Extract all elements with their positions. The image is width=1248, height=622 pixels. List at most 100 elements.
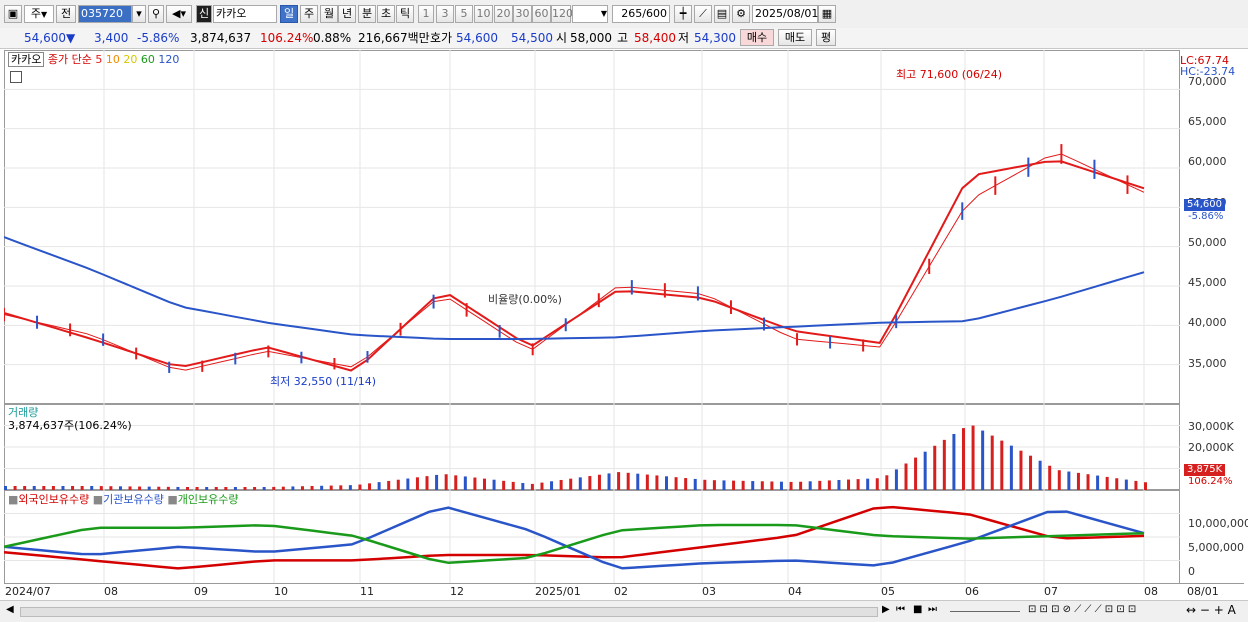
gear-icon[interactable]: ⚙ (732, 5, 750, 23)
code-input[interactable]: 035720 (78, 5, 132, 23)
volume-bar (387, 480, 391, 490)
volume-percent: 106.24% (260, 31, 314, 45)
volume-bar (406, 478, 410, 490)
layout-icon[interactable]: ▣ (4, 5, 22, 23)
volume-bar (847, 479, 851, 490)
volume-bar (435, 474, 439, 490)
horizontal-scrollbar[interactable] (20, 607, 878, 617)
volume-bar (770, 481, 774, 490)
scroll-left-icon[interactable]: ◀ (6, 604, 14, 615)
volume-bar (597, 474, 601, 490)
stock-name-tag[interactable]: 카카오 (8, 52, 45, 67)
draw-line-icon[interactable]: ⟋ (694, 5, 712, 23)
period-120[interactable]: 120 (551, 5, 573, 23)
period-60[interactable]: 60 (532, 5, 551, 23)
period-select[interactable]: ▼ (572, 5, 608, 23)
volume-bar (693, 478, 697, 490)
ma60-legend: 60 (140, 53, 155, 66)
eval-button[interactable]: 평 (816, 29, 836, 46)
price-chart[interactable] (4, 50, 1180, 404)
y-tick: 65,000 (1188, 115, 1227, 128)
foreign-legend: 외국인보유수량 (18, 493, 90, 506)
volume-bar (415, 477, 419, 490)
holding-y-axis: 10,000,000 5,000,000 0 (1180, 490, 1248, 584)
volume-bar (789, 481, 793, 490)
search-icon[interactable]: ⚲ (148, 5, 164, 23)
tab-second[interactable]: 초 (377, 5, 395, 23)
stop-icon[interactable]: ■ (913, 604, 922, 615)
y-tick: 45,000 (1188, 276, 1227, 289)
y-tick: 35,000 (1188, 357, 1227, 370)
last-icon[interactable]: ⏭ (928, 604, 937, 615)
prev-button[interactable]: 전 (56, 5, 76, 23)
period-1[interactable]: 1 (418, 5, 434, 23)
tab-minute[interactable]: 분 (358, 5, 376, 23)
volume-bar (550, 481, 554, 490)
tab-day[interactable]: 일 (280, 5, 298, 23)
speaker-icon[interactable]: ◀▾ (166, 5, 192, 23)
institution-legend: 기관보유수량 (103, 493, 164, 506)
tab-year[interactable]: 년 (338, 5, 356, 23)
period-20[interactable]: 20 (494, 5, 513, 23)
volume-bar (1000, 440, 1004, 490)
last-volume-tag: 3,875K (1184, 464, 1226, 476)
x-tick: 2024/07 (5, 585, 51, 598)
x-axis: 2024/07 08 09 10 11 12 2025/01 02 03 04 … (4, 583, 1244, 600)
volume-bar (396, 479, 400, 490)
tool-icon[interactable]: ⊡ ⊡ ⊡ ⊘ ⟋ ⟋ ⟋ ⊡ ⊡ ⊡ (1028, 604, 1136, 615)
volume-bar (933, 445, 937, 490)
code-dropdown-icon[interactable]: ▾ (132, 5, 146, 23)
volume-bar (875, 478, 879, 490)
tab-tick[interactable]: 틱 (396, 5, 414, 23)
volume-bar (866, 478, 870, 490)
date-field[interactable]: 2025/08/01 (752, 5, 818, 23)
period-30[interactable]: 30 (513, 5, 532, 23)
x-tick: 12 (450, 585, 464, 598)
period-10[interactable]: 10 (474, 5, 493, 23)
tab-week[interactable]: 주 (300, 5, 318, 23)
count-field[interactable]: 265/600 (612, 5, 670, 23)
volume-bar (732, 480, 736, 490)
zoom-controls[interactable]: ↔ − + A (1186, 603, 1236, 617)
save-icon[interactable]: ▤ (714, 5, 730, 23)
tab-month[interactable]: 월 (320, 5, 338, 23)
volume-bar (655, 475, 659, 490)
high-label: 고 (617, 31, 629, 45)
volume-bar (521, 482, 525, 490)
volume-bar (588, 476, 592, 490)
legend-marker: ■ (167, 493, 178, 506)
x-tick: 03 (702, 585, 716, 598)
volume-bar (617, 472, 621, 490)
candle-type-icon[interactable]: ┿ (674, 5, 692, 23)
volume-bar (760, 481, 764, 490)
volume-bar (751, 481, 755, 490)
y-tick: 10,000,000 (1188, 517, 1248, 530)
sin-badge[interactable]: 신 (196, 5, 212, 23)
volume-chart[interactable] (4, 404, 1180, 490)
price-series-line (4, 236, 1145, 340)
period-3[interactable]: 3 (436, 5, 454, 23)
play-icon[interactable]: ▶ (882, 604, 890, 615)
x-tick: 10 (274, 585, 288, 598)
sell-button[interactable]: 매도 (778, 29, 812, 46)
volume-bar (1124, 479, 1128, 490)
volume-bar (1048, 465, 1052, 490)
x-tick: 04 (788, 585, 802, 598)
type-select[interactable]: 주▼ (24, 5, 54, 23)
period-5[interactable]: 5 (455, 5, 473, 23)
y-tick: 60,000 (1188, 155, 1227, 168)
first-icon[interactable]: ⏮ (896, 604, 905, 615)
y-tick: 40,000 (1188, 316, 1227, 329)
volume-bar (827, 480, 831, 490)
ask-price: 54,600 (456, 31, 498, 45)
buy-button[interactable]: 매수 (740, 29, 774, 46)
zoom-slider[interactable] (950, 611, 1020, 612)
count-value: 265 (621, 7, 643, 20)
low-annotation: 최저 32,550 (11/14) (270, 375, 377, 388)
low-label: 저 (678, 31, 690, 45)
legend-marker: ■ (8, 493, 19, 506)
stock-name-field[interactable]: 카카오 (213, 5, 277, 23)
calendar-icon[interactable]: ▦ (818, 5, 836, 23)
table-icon[interactable] (10, 71, 22, 83)
high-annotation: 최고 71,600 (06/24) (896, 68, 1003, 81)
